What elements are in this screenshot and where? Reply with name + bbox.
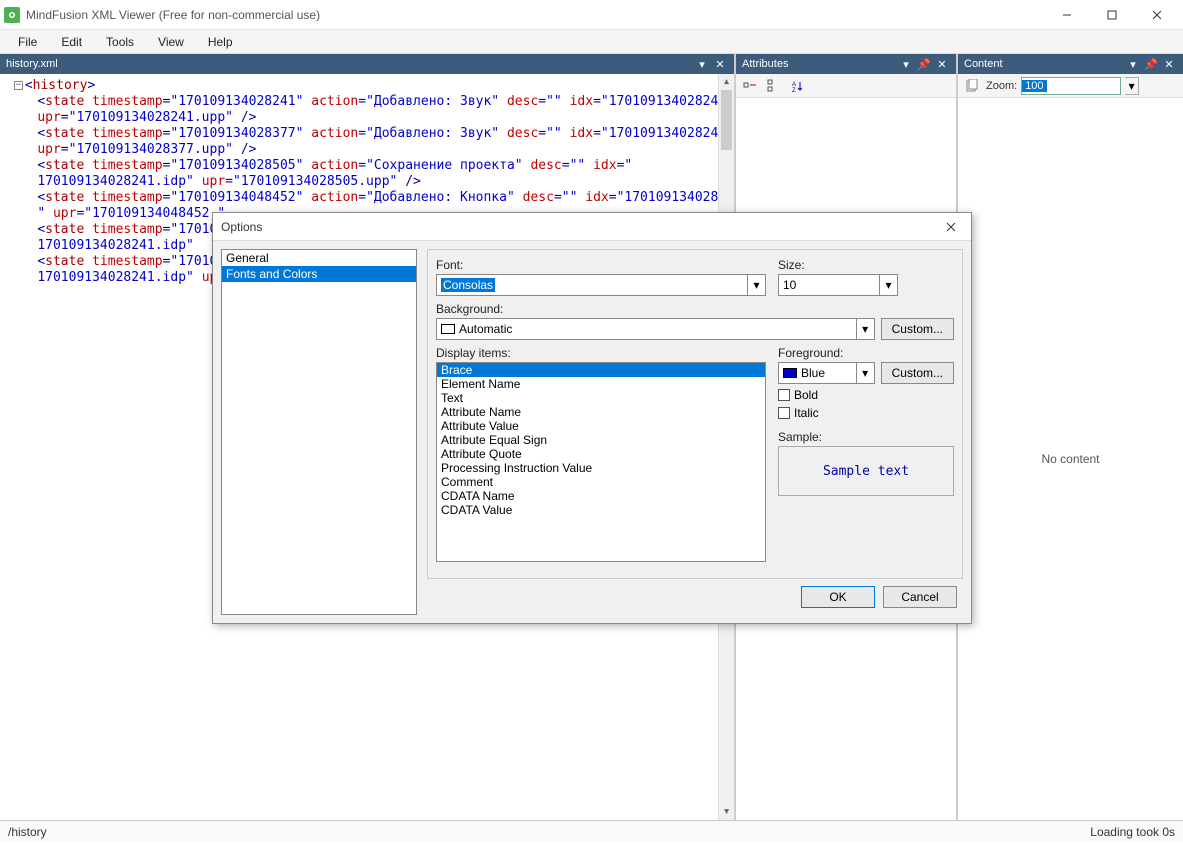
pane-dropdown-icon[interactable]: ▾ xyxy=(898,56,914,72)
font-label: Font: xyxy=(436,258,766,272)
display-item[interactable]: CDATA Value xyxy=(437,503,765,517)
titlebar: MindFusion XML Viewer (Free for non-comm… xyxy=(0,0,1183,30)
sample-preview: Sample text xyxy=(778,446,954,496)
dialog-titlebar[interactable]: Options xyxy=(213,213,971,241)
chevron-down-icon[interactable]: ▾ xyxy=(747,275,765,295)
collapse-toggle[interactable]: − xyxy=(14,81,23,90)
foreground-label: Foreground: xyxy=(778,346,954,360)
document-tab-header: history.xml ▾ ✕ xyxy=(0,54,734,74)
svg-text:Z: Z xyxy=(792,88,796,93)
content-pane: Content ▾ 📌 ✕ Zoom: 100 ▾ No content xyxy=(958,54,1183,820)
content-title: Content xyxy=(964,58,1003,70)
background-label: Background: xyxy=(436,302,954,316)
status-path: /history xyxy=(8,825,47,839)
dialog-title: Options xyxy=(221,220,939,234)
chevron-down-icon[interactable]: ▾ xyxy=(856,319,874,339)
alpha-sort-icon[interactable]: AZ xyxy=(788,76,808,96)
background-combo[interactable]: Automatic ▾ xyxy=(436,318,875,340)
background-swatch xyxy=(441,324,455,334)
zoom-label: Zoom: xyxy=(986,80,1017,92)
scroll-thumb[interactable] xyxy=(721,90,732,150)
maximize-button[interactable] xyxy=(1089,0,1134,30)
chevron-down-icon[interactable]: ▾ xyxy=(856,363,874,383)
foreground-combo[interactable]: Blue ▾ xyxy=(778,362,875,384)
chevron-down-icon[interactable]: ▾ xyxy=(879,275,897,295)
size-label: Size: xyxy=(778,258,954,272)
ok-button[interactable]: OK xyxy=(801,586,875,608)
display-items-label: Display items: xyxy=(436,346,766,360)
pane-dropdown-icon[interactable]: ▾ xyxy=(1125,56,1141,72)
pane-close-icon[interactable]: ✕ xyxy=(934,56,950,72)
tab-close-icon[interactable]: ✕ xyxy=(712,56,728,72)
status-loading: Loading took 0s xyxy=(1090,825,1175,839)
category-fonts-colors[interactable]: Fonts and Colors xyxy=(222,266,416,282)
display-item[interactable]: Comment xyxy=(437,475,765,489)
display-item[interactable]: Text xyxy=(437,391,765,405)
statusbar: /history Loading took 0s xyxy=(0,820,1183,842)
display-items-list[interactable]: BraceElement NameTextAttribute NameAttri… xyxy=(436,362,766,562)
pane-pin-icon[interactable]: 📌 xyxy=(1143,56,1159,72)
dialog-close-icon[interactable] xyxy=(939,215,963,239)
zoom-dropdown-icon[interactable]: ▾ xyxy=(1125,77,1139,95)
pane-close-icon[interactable]: ✕ xyxy=(1161,56,1177,72)
menu-help[interactable]: Help xyxy=(198,32,243,52)
content-body: No content xyxy=(958,98,1183,820)
window-title: MindFusion XML Viewer (Free for non-comm… xyxy=(26,8,1044,22)
size-combo[interactable]: 10 ▾ xyxy=(778,274,898,296)
display-item[interactable]: Processing Instruction Value xyxy=(437,461,765,475)
menu-view[interactable]: View xyxy=(148,32,194,52)
checkbox-icon xyxy=(778,407,790,419)
close-button[interactable] xyxy=(1134,0,1179,30)
no-content-label: No content xyxy=(1041,452,1099,466)
app-icon xyxy=(4,7,20,23)
options-category-list[interactable]: General Fonts and Colors xyxy=(221,249,417,615)
display-item[interactable]: Attribute Name xyxy=(437,405,765,419)
sample-label: Sample: xyxy=(778,430,954,444)
scroll-up-icon[interactable]: ▴ xyxy=(719,74,734,90)
display-item[interactable]: Attribute Quote xyxy=(437,447,765,461)
display-item[interactable]: CDATA Name xyxy=(437,489,765,503)
content-toolbar: Zoom: 100 ▾ xyxy=(958,74,1183,98)
background-custom-button[interactable]: Custom... xyxy=(881,318,954,340)
checkbox-icon xyxy=(778,389,790,401)
scroll-down-icon[interactable]: ▾ xyxy=(719,804,734,820)
display-item[interactable]: Attribute Value xyxy=(437,419,765,433)
sort-icon[interactable] xyxy=(764,76,784,96)
foreground-custom-button[interactable]: Custom... xyxy=(881,362,954,384)
content-header: Content ▾ 📌 ✕ xyxy=(958,54,1183,74)
italic-checkbox[interactable]: Italic xyxy=(778,406,954,420)
attributes-title: Attributes xyxy=(742,58,788,70)
attributes-header: Attributes ▾ 📌 ✕ xyxy=(736,54,956,74)
font-combo[interactable]: Consolas ▾ xyxy=(436,274,766,296)
menu-tools[interactable]: Tools xyxy=(96,32,144,52)
options-dialog: Options General Fonts and Colors Font: C… xyxy=(212,212,972,624)
copy-icon[interactable] xyxy=(962,76,982,96)
cancel-button[interactable]: Cancel xyxy=(883,586,957,608)
category-general[interactable]: General xyxy=(222,250,416,266)
display-item[interactable]: Brace xyxy=(437,363,765,377)
attributes-toolbar: AZ xyxy=(736,74,956,98)
bold-checkbox[interactable]: Bold xyxy=(778,388,954,402)
display-item[interactable]: Attribute Equal Sign xyxy=(437,433,765,447)
tab-dropdown-icon[interactable]: ▾ xyxy=(694,56,710,72)
menu-file[interactable]: File xyxy=(8,32,47,52)
document-tab-title[interactable]: history.xml xyxy=(6,58,58,70)
display-item[interactable]: Element Name xyxy=(437,377,765,391)
categorize-icon[interactable] xyxy=(740,76,760,96)
menu-edit[interactable]: Edit xyxy=(51,32,92,52)
pane-pin-icon[interactable]: 📌 xyxy=(916,56,932,72)
menubar: File Edit Tools View Help xyxy=(0,30,1183,54)
zoom-input[interactable]: 100 xyxy=(1021,77,1121,95)
minimize-button[interactable] xyxy=(1044,0,1089,30)
foreground-swatch xyxy=(783,368,797,378)
